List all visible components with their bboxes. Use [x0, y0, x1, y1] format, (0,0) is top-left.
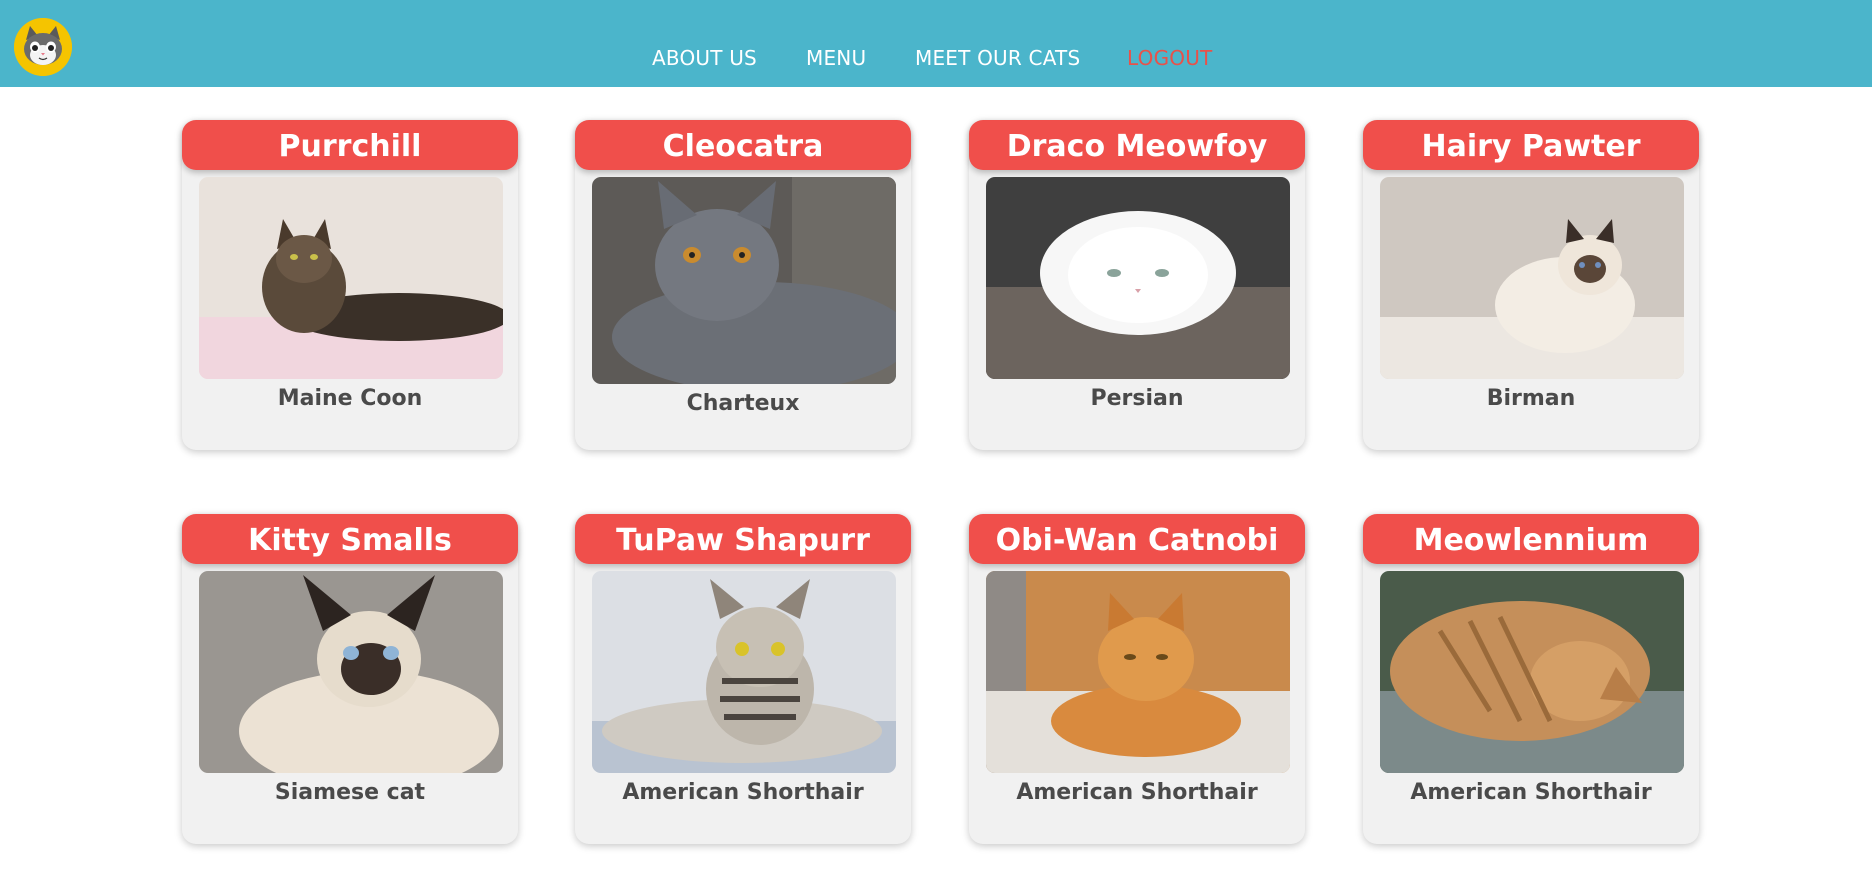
tabby-silver-photo	[592, 571, 896, 773]
cat-name: TuPaw Shapurr	[575, 514, 911, 564]
maine-coon-photo	[199, 177, 503, 379]
cat-face-logo-icon[interactable]	[14, 18, 72, 76]
orange-rolling-photo	[1380, 571, 1684, 773]
cat-breed: American Shorthair	[1016, 780, 1258, 805]
persian-photo	[986, 177, 1290, 379]
cat-breed: Charteux	[686, 391, 800, 416]
cat-breed: Siamese cat	[274, 780, 426, 805]
charteux-photo	[592, 177, 896, 384]
top-navbar: ABOUT US MENU MEET OUR CATS LOGOUT	[0, 0, 1872, 87]
cat-card-draco-meowfoy[interactable]: Draco Meowfoy Persian	[969, 120, 1305, 450]
cat-name: Cleocatra	[575, 120, 911, 170]
orange-tabby-photo	[986, 571, 1290, 773]
nav-menu[interactable]: MENU	[806, 46, 866, 70]
cat-card-hairy-pawter[interactable]: Hairy Pawter Birman	[1363, 120, 1699, 450]
nav-about-us[interactable]: ABOUT US	[652, 46, 757, 70]
cat-card-kitty-smalls[interactable]: Kitty Smalls Siamese cat	[182, 514, 518, 844]
cat-breed: Maine Coon	[277, 386, 423, 411]
cat-name: Hairy Pawter	[1363, 120, 1699, 170]
cat-card-purrchill[interactable]: Purrchill Maine Coon	[182, 120, 518, 450]
cat-breed: American Shorthair	[622, 780, 864, 805]
cat-name: Draco Meowfoy	[969, 120, 1305, 170]
nav-logout[interactable]: LOGOUT	[1127, 46, 1212, 70]
nav-meet-our-cats[interactable]: MEET OUR CATS	[915, 46, 1080, 70]
cat-breed: Birman	[1486, 386, 1576, 411]
cat-name: Kitty Smalls	[182, 514, 518, 564]
cat-name: Meowlennium	[1363, 514, 1699, 564]
cat-name: Obi-Wan Catnobi	[969, 514, 1305, 564]
cat-name: Purrchill	[182, 120, 518, 170]
cat-card-meowlennium[interactable]: Meowlennium American Shorthair	[1363, 514, 1699, 844]
cat-card-tupaw-shapurr[interactable]: TuPaw Shapurr American Shorthair	[575, 514, 911, 844]
birman-photo	[1380, 177, 1684, 379]
cat-breed: Persian	[1090, 386, 1184, 411]
siamese-photo	[199, 571, 503, 773]
cat-card-cleocatra[interactable]: Cleocatra Charteux	[575, 120, 911, 450]
cat-breed: American Shorthair	[1410, 780, 1652, 805]
cat-card-obi-wan-catnobi[interactable]: Obi-Wan Catnobi American Shorthair	[969, 514, 1305, 844]
